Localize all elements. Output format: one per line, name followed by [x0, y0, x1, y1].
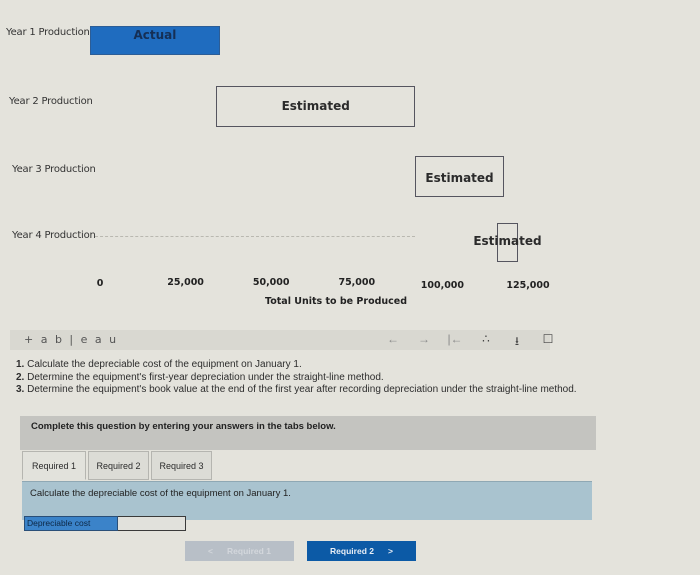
tab-required-1[interactable]: Required 1 — [22, 451, 86, 480]
bar-label: Estimated — [281, 99, 350, 113]
x-tick-label: 100,000 — [420, 280, 465, 291]
bar-label: Estimated — [473, 234, 542, 248]
x-axis-title: Total Units to be Produced — [265, 296, 408, 307]
toolbar-tools: ← → |← ∴ ⭳ ☐ — [385, 332, 556, 353]
row-label-year-3: Year 3 Production — [12, 164, 96, 175]
question-item: 3. Determine the equipment's book value … — [16, 384, 577, 395]
bar-label: Actual — [133, 28, 177, 42]
chevron-left-icon: < — [208, 546, 214, 556]
question-panel: Calculate the depreciable cost of the eq… — [22, 481, 592, 520]
x-tick-label: 25,000 — [167, 277, 204, 288]
x-tick-label: 50,000 — [252, 277, 290, 288]
tab-required-3[interactable]: Required 3 — [151, 451, 212, 480]
redo-icon[interactable]: → — [416, 332, 432, 353]
tableau-logo: + a b | e a u — [24, 333, 119, 346]
row-label-year-4: Year 4 Production — [12, 230, 96, 241]
question-list: 1. Calculate the depreciable cost of the… — [16, 359, 577, 397]
gantt-bar-actual-1[interactable]: Actual — [90, 26, 220, 55]
gantt-bar-estimated-2[interactable]: Estimated — [216, 86, 415, 127]
question-item: 1. Calculate the depreciable cost of the… — [16, 359, 302, 370]
x-tick-label: 125,000 — [506, 280, 550, 291]
tab-required-2[interactable]: Required 2 — [88, 451, 149, 480]
question-panel-text: Calculate the depreciable cost of the eq… — [30, 488, 291, 499]
depreciable-cost-label: Depreciable cost — [24, 516, 118, 531]
tableau-toolbar: + a b | e a u ← → |← ∴ ⭳ ☐ — [10, 330, 553, 350]
row-label-year-2: Year 2 Production — [9, 96, 93, 107]
fullscreen-icon[interactable]: ☐ — [540, 332, 556, 353]
bar-label: Estimated — [425, 171, 494, 185]
prev-required-button[interactable]: < Required 1 — [185, 541, 294, 561]
chevron-right-icon: > — [387, 546, 393, 556]
instruction-text: Complete this question by entering your … — [31, 421, 336, 432]
gantt-bar-estimated-4[interactable]: Estimated — [473, 223, 542, 262]
undo-icon[interactable]: ← — [385, 332, 401, 353]
download-icon[interactable]: ⭳ — [509, 332, 525, 353]
x-tick-label: 0 — [96, 278, 104, 289]
x-tick-label: 75,000 — [338, 277, 376, 288]
depreciable-cost-input[interactable] — [118, 516, 186, 531]
tableau-viz: Year 1 Production Year 2 Production Year… — [0, 0, 700, 320]
share-icon[interactable]: ∴ — [478, 332, 494, 353]
required-tabs: Required 1 Required 2 Required 3 — [22, 451, 212, 480]
revert-icon[interactable]: |← — [447, 332, 463, 353]
instruction-banner: Complete this question by entering your … — [20, 416, 596, 450]
prev-button-label: Required 1 — [227, 546, 271, 556]
gantt-bar-estimated-3[interactable]: Estimated — [415, 156, 505, 197]
reference-line — [95, 236, 415, 237]
next-required-button[interactable]: Required 2 > — [307, 541, 416, 561]
answer-row: Depreciable cost — [24, 516, 186, 531]
next-button-label: Required 2 — [330, 546, 374, 556]
question-item: 2. Determine the equipment's first-year … — [16, 371, 384, 383]
row-label-year-1: Year 1 Production — [6, 27, 90, 38]
